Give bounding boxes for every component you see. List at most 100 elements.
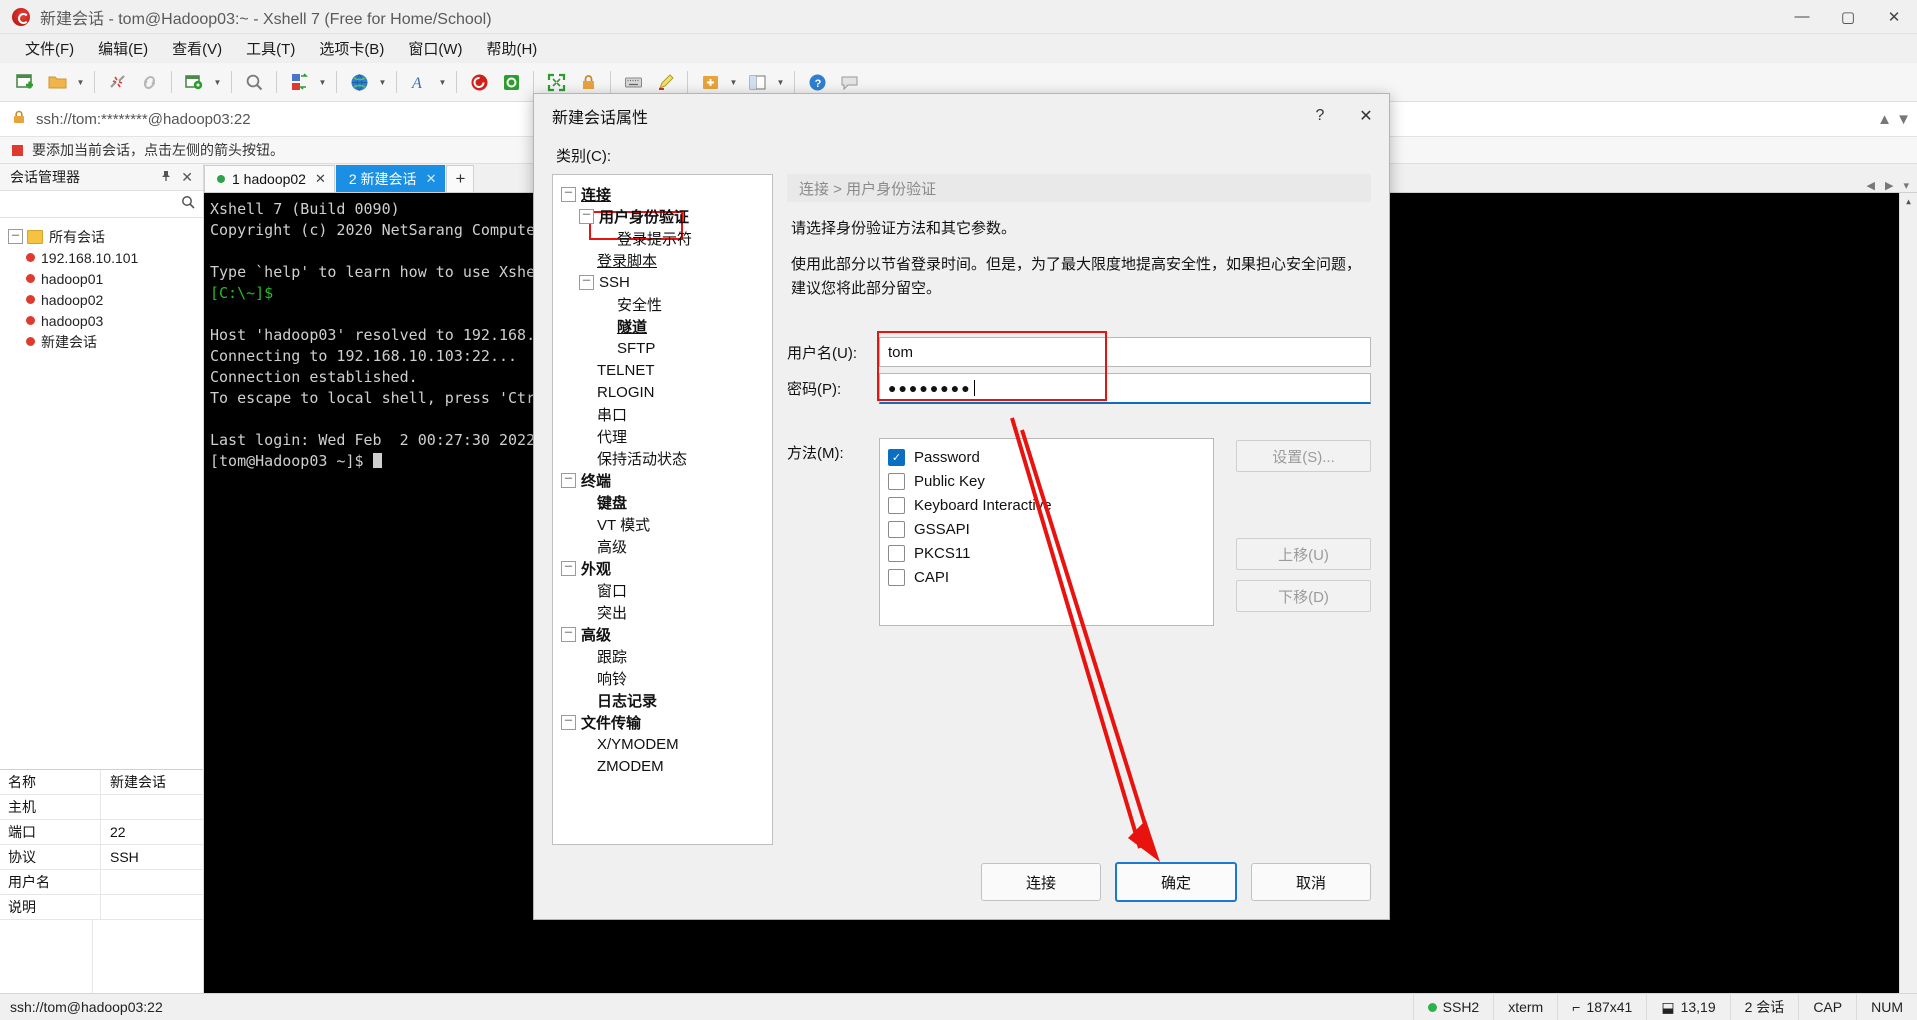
globe-icon[interactable] (344, 67, 374, 97)
session-item-0[interactable]: 192.168.10.101 (0, 247, 203, 268)
category-item-13[interactable]: －终端 (559, 469, 772, 491)
move-up-button[interactable]: 上移(U) (1236, 538, 1371, 570)
link-icon[interactable] (134, 67, 164, 97)
menu-tools[interactable]: 工具(T) (235, 35, 306, 62)
category-item-25[interactable]: X/YMODEM (559, 733, 772, 755)
checkbox-icon[interactable] (888, 545, 905, 562)
tab-prev-icon[interactable]: ◀ (1867, 179, 1875, 192)
open-folder-chevron-down-icon[interactable]: ▼ (74, 67, 87, 97)
pin-icon[interactable] (155, 170, 177, 185)
method-gssapi[interactable]: GSSAPI (888, 517, 1213, 541)
scroll-up-icon[interactable]: ▲ (1900, 193, 1917, 210)
ok-button[interactable]: 确定 (1115, 862, 1237, 902)
session-item-3[interactable]: hadoop03 (0, 310, 203, 331)
checkbox-icon[interactable] (888, 497, 905, 514)
category-item-12[interactable]: 保持活动状态 (559, 447, 772, 469)
category-item-19[interactable]: 突出 (559, 601, 772, 623)
category-item-0[interactable]: －连接 (559, 183, 772, 205)
connect-button[interactable]: 连接 (981, 863, 1101, 901)
disconnect-icon[interactable] (102, 67, 132, 97)
maximize-icon[interactable]: ▢ (1825, 0, 1871, 33)
tab-next-icon[interactable]: ▶ (1885, 179, 1893, 192)
help-icon[interactable]: ? (1297, 94, 1343, 137)
method-capi[interactable]: CAPI (888, 565, 1213, 589)
cancel-button[interactable]: 取消 (1251, 863, 1371, 901)
category-item-14[interactable]: 键盘 (559, 491, 772, 513)
tab-hadoop02[interactable]: 1 hadoop02 ✕ (204, 165, 335, 192)
category-item-7[interactable]: SFTP (559, 337, 772, 359)
session-tree-root[interactable]: － 所有会话 (0, 226, 203, 247)
collapse-icon[interactable]: － (561, 473, 576, 488)
password-input[interactable]: ●●●●●●●● (879, 373, 1371, 404)
method-public-key[interactable]: Public Key (888, 469, 1213, 493)
globe-chevron-down-icon[interactable]: ▼ (376, 67, 389, 97)
collapse-icon[interactable]: － (579, 209, 594, 224)
category-item-16[interactable]: 高级 (559, 535, 772, 557)
category-item-11[interactable]: 代理 (559, 425, 772, 447)
category-item-17[interactable]: －外观 (559, 557, 772, 579)
address-value[interactable]: ssh://tom:********@hadoop03:22 (36, 111, 251, 128)
tab-close-icon[interactable]: ✕ (315, 171, 326, 187)
category-item-2[interactable]: 登录提示符 (559, 227, 772, 249)
tab-new-session[interactable]: 2 新建会话 ✕ (336, 165, 446, 192)
tab-menu-icon[interactable]: ▾ (1903, 179, 1909, 192)
category-item-1[interactable]: －用户身份验证 (559, 205, 772, 227)
category-item-6[interactable]: 隧道 (559, 315, 772, 337)
transfer-icon[interactable] (284, 67, 314, 97)
category-item-18[interactable]: 窗口 (559, 579, 772, 601)
font-icon[interactable]: A (404, 67, 434, 97)
category-item-5[interactable]: 安全性 (559, 293, 772, 315)
find-icon[interactable] (239, 67, 269, 97)
address-scroll-arrows[interactable]: ▲ ▼ (1877, 111, 1917, 128)
session-search-row[interactable] (0, 191, 203, 218)
tab-nav-arrows[interactable]: ◀ ▶ ▾ (1867, 179, 1917, 192)
collapse-icon[interactable]: － (8, 229, 23, 244)
method-keyboard-interactive[interactable]: Keyboard Interactive (888, 493, 1213, 517)
collapse-icon[interactable]: － (561, 715, 576, 730)
menu-file[interactable]: 文件(F) (14, 35, 85, 62)
menu-help[interactable]: 帮助(H) (475, 35, 548, 62)
checkbox-icon[interactable] (888, 569, 905, 586)
search-icon[interactable] (181, 195, 195, 213)
open-folder-icon[interactable] (42, 67, 72, 97)
close-icon[interactable]: ✕ (1871, 0, 1917, 33)
transfer-chevron-down-icon[interactable]: ▼ (316, 67, 329, 97)
category-item-23[interactable]: 日志记录 (559, 689, 772, 711)
category-item-9[interactable]: RLOGIN (559, 381, 772, 403)
terminal-scrollbar[interactable]: ▲ (1899, 193, 1917, 999)
settings-button[interactable]: 设置(S)... (1236, 440, 1371, 472)
tab-close-icon[interactable]: ✕ (426, 171, 437, 187)
session-item-2[interactable]: hadoop02 (0, 289, 203, 310)
xftp-icon[interactable] (496, 67, 526, 97)
minimize-icon[interactable]: — (1779, 0, 1825, 33)
move-down-button[interactable]: 下移(D) (1236, 580, 1371, 612)
menu-view[interactable]: 查看(V) (161, 35, 233, 62)
menu-tabs[interactable]: 选项卡(B) (308, 35, 395, 62)
session-item-4[interactable]: 新建会话 (0, 331, 203, 352)
category-item-8[interactable]: TELNET (559, 359, 772, 381)
collapse-icon[interactable]: － (579, 275, 594, 290)
checkbox-icon[interactable] (888, 521, 905, 538)
category-item-4[interactable]: －SSH (559, 271, 772, 293)
collapse-icon[interactable]: － (561, 561, 576, 576)
collapse-icon[interactable]: － (561, 627, 576, 642)
new-session-icon[interactable] (10, 67, 40, 97)
session-manager-icon[interactable] (179, 67, 209, 97)
close-icon[interactable]: ✕ (177, 169, 197, 186)
collapse-icon[interactable]: － (561, 187, 576, 202)
method-pkcs11[interactable]: PKCS11 (888, 541, 1213, 565)
menu-edit[interactable]: 编辑(E) (87, 35, 159, 62)
dialog-close-icon[interactable]: ✕ (1343, 94, 1389, 137)
username-input[interactable]: tom (879, 337, 1371, 367)
method-password[interactable]: ✓ Password (888, 445, 1213, 469)
category-item-22[interactable]: 响铃 (559, 667, 772, 689)
category-item-26[interactable]: ZMODEM (559, 755, 772, 777)
xshell-icon[interactable] (464, 67, 494, 97)
checkbox-icon[interactable] (888, 473, 905, 490)
menu-window[interactable]: 窗口(W) (397, 35, 473, 62)
category-item-24[interactable]: －文件传输 (559, 711, 772, 733)
session-manager-chevron-down-icon[interactable]: ▼ (211, 67, 224, 97)
category-item-3[interactable]: 登录脚本 (559, 249, 772, 271)
session-item-1[interactable]: hadoop01 (0, 268, 203, 289)
category-item-10[interactable]: 串口 (559, 403, 772, 425)
